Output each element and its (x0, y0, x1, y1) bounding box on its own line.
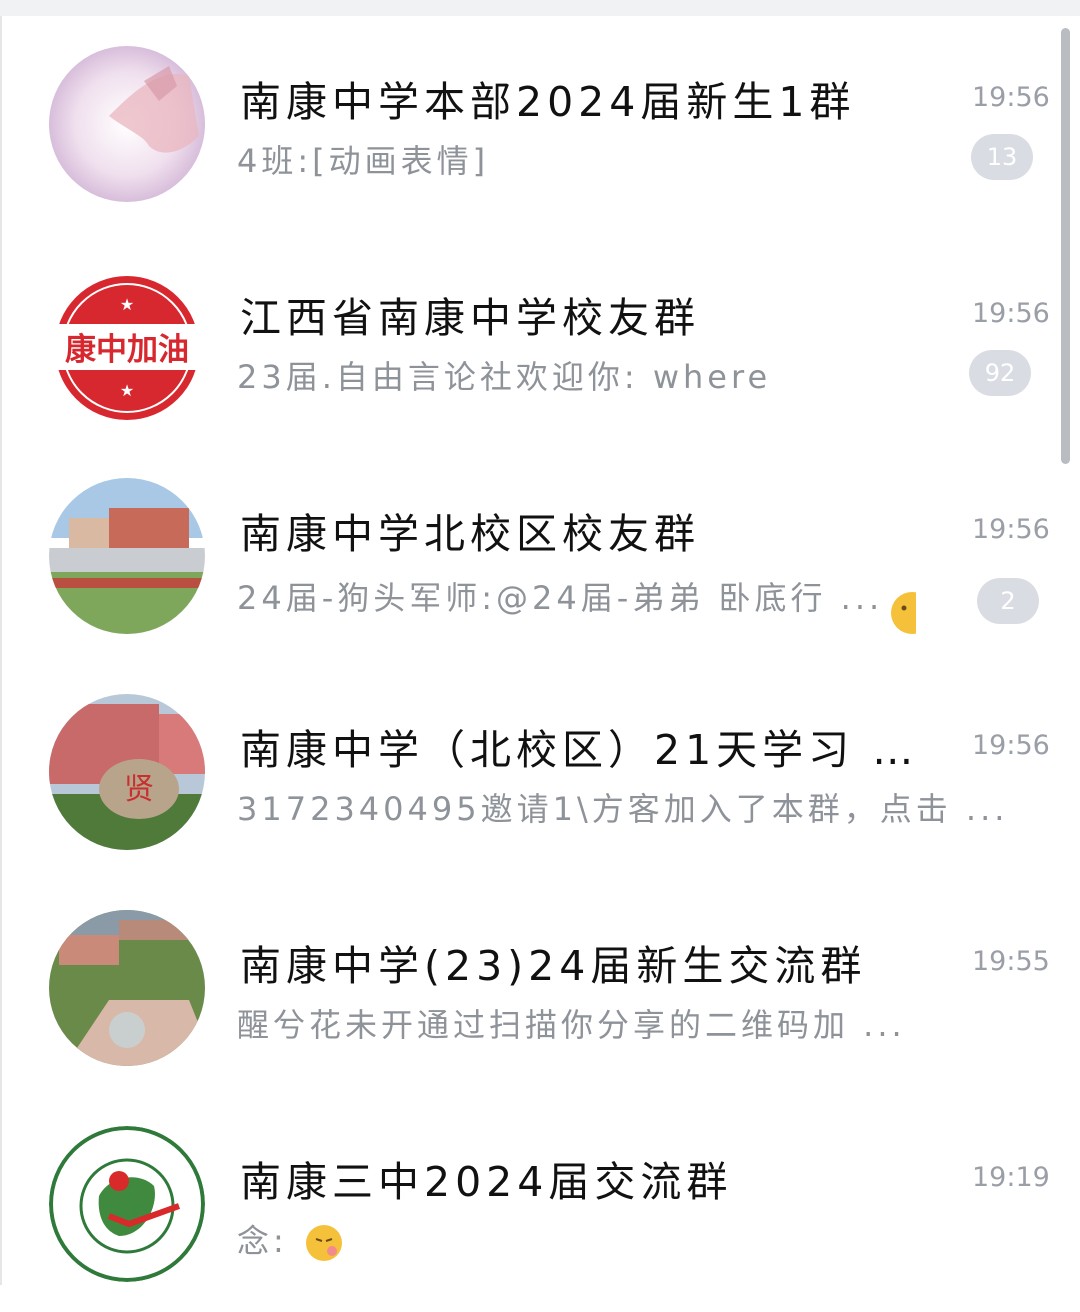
svg-text:★: ★ (120, 295, 134, 314)
chat-time: 19:19 (972, 1162, 1050, 1193)
chat-title: 南康中学（北校区）21天学习 ... (240, 726, 920, 774)
chat-time: 19:56 (972, 514, 1050, 545)
chat-title: 南康中学北校区校友群 (240, 510, 700, 558)
chat-title: 江西省南康中学校友群 (240, 294, 700, 342)
chat-title: 南康中学(23)24届新生交流群 (240, 942, 867, 990)
unread-badge: 2 (977, 578, 1039, 624)
svg-text:贤: 贤 (124, 772, 154, 807)
avatar[interactable] (49, 478, 205, 634)
chat-row[interactable]: 贤 南康中学（北校区）21天学习 ... 19:56 3172340495邀请1… (0, 664, 1060, 880)
chat-preview: 念: (237, 1216, 346, 1263)
chat-row[interactable]: 南康三中2024届交流群 19:19 念: (0, 1096, 1060, 1312)
avatar[interactable] (49, 1126, 205, 1282)
avatar[interactable] (49, 910, 205, 1066)
chat-preview: 3172340495邀请1\方客加入了本群，点击 ... (237, 790, 1007, 828)
chat-preview: 24届-狗头军师:@24届-弟弟 卧底行 ... (237, 579, 884, 617)
chat-title: 南康中学本部2024届新生1群 (240, 78, 856, 126)
unread-badge: 13 (971, 134, 1033, 180)
chat-time: 19:55 (972, 946, 1050, 977)
avatar[interactable] (49, 46, 205, 202)
unread-badge: 92 (969, 350, 1031, 396)
avatar[interactable]: 康中加油 ★ ★ (49, 270, 205, 426)
chat-row[interactable]: 南康中学北校区校友群 19:56 24届-狗头军师:@24届-弟弟 卧底行 ..… (0, 448, 1060, 664)
chat-row[interactable]: 康中加油 ★ ★ 江西省南康中学校友群 19:56 23届.自由言论社欢迎你: … (0, 232, 1060, 448)
svg-text:★: ★ (120, 381, 134, 400)
emoji-icon (305, 1225, 342, 1261)
chat-preview-text: 念: (237, 1222, 288, 1260)
chat-preview: 23届.自由言论社欢迎你: where (237, 358, 772, 396)
chat-time: 19:56 (972, 730, 1050, 761)
scrollbar[interactable] (1061, 28, 1070, 464)
chat-time: 19:56 (972, 298, 1050, 329)
avatar[interactable]: 贤 (49, 694, 205, 850)
chat-row[interactable]: 南康中学本部2024届新生1群 19:56 4班:[动画表情] 13 (0, 16, 1060, 232)
top-status-strip (0, 0, 1080, 16)
chat-title: 南康三中2024届交流群 (240, 1158, 733, 1206)
chat-time: 19:56 (972, 82, 1050, 113)
emoji-icon (891, 592, 916, 634)
chat-preview: 醒兮花未开通过扫描你分享的二维码加 ... (237, 1006, 906, 1044)
chat-row[interactable]: 南康中学(23)24届新生交流群 19:55 醒兮花未开通过扫描你分享的二维码加… (0, 880, 1060, 1096)
chat-preview: 4班:[动画表情] (237, 142, 490, 180)
logo-text: 康中加油 (65, 332, 189, 368)
